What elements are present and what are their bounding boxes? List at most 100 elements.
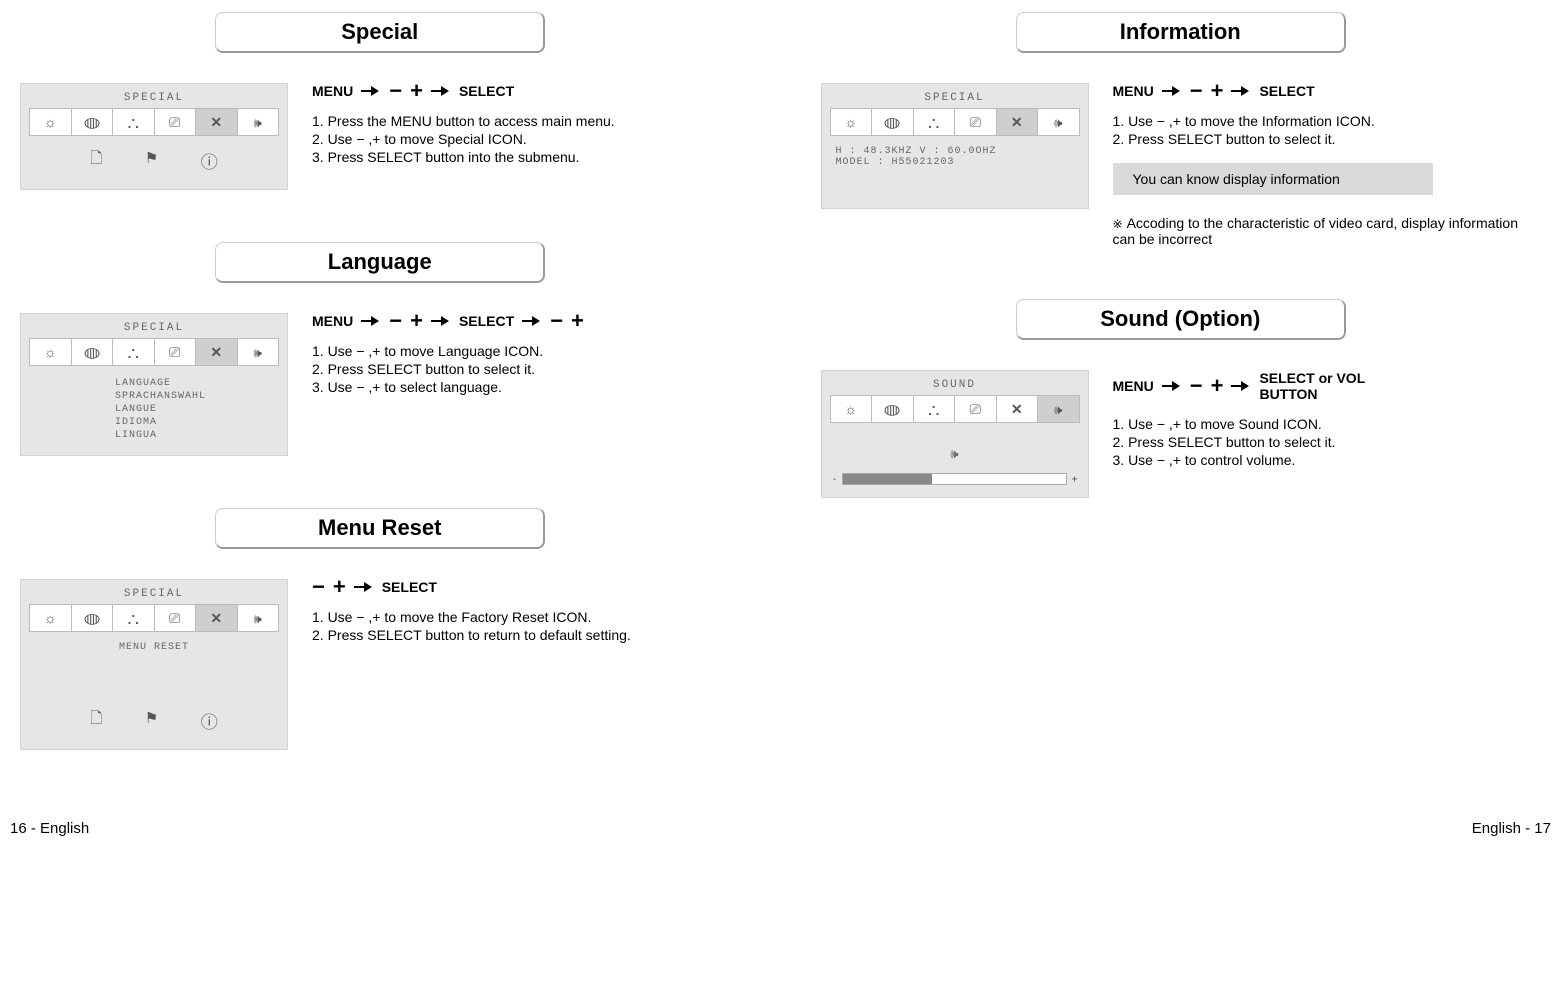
heading-label: Sound (Option) [1016,299,1346,340]
arrow-icon [1162,382,1182,390]
factory-icon [145,708,158,733]
osd-tabs [830,108,1080,136]
osd-tabs [29,338,279,366]
lang-item: SPRACHANSWAHL [115,391,273,402]
button-sequence: − + SELECT [312,579,741,595]
arrow-icon [361,87,381,95]
plus-icon: + [571,314,584,328]
tool-icon [210,344,222,361]
minus-icon: - [832,474,838,485]
step-text: 2. Press SELECT button to return to defa… [312,627,741,643]
position-icon [128,112,139,133]
heading-sound: Sound (Option) [1016,299,1346,340]
instructions-information: MENU − + SELECT 1. Use − ,+ to move the … [1113,83,1542,247]
osd-title: SPECIAL [29,322,279,334]
section-sound: SOUND - + [821,370,1542,498]
volume-track [842,473,1068,485]
tool-icon [210,114,222,131]
menu-label: MENU [312,83,353,99]
arrow-icon [1231,87,1251,95]
minus-icon: − [550,314,563,328]
position-icon [128,608,139,629]
arrow-icon [431,87,451,95]
screen-icon [169,610,180,627]
minus-icon: − [1190,379,1203,393]
menu-label: MENU [1113,378,1154,394]
color-icon [886,114,898,131]
section-special: SPECIAL MENU [20,83,741,190]
menu-label: MENU [312,313,353,329]
brightness-icon [44,610,57,626]
position-icon [128,342,139,363]
screen-icon [169,344,180,361]
select-label: SELECT [459,83,514,99]
tool-icon [1011,114,1023,131]
brightness-icon [844,401,857,417]
osd-sound: SOUND - + [821,370,1089,498]
button-sequence: MENU − + SELECT − + [312,313,741,329]
language-icon [90,148,102,173]
step-text: 2. Press SELECT button to select it. [312,361,741,377]
left-page: Special SPECIAL [20,0,741,790]
plus-icon: + [410,84,423,98]
minus-icon: − [1190,84,1203,98]
volume-bar: - + [832,473,1078,485]
heading-label: Special [215,12,545,53]
arrow-icon [1162,87,1182,95]
heading-label: Information [1016,12,1346,53]
info-model: MODEL : H55021203 [836,157,1074,168]
menu-reset-label: MENU RESET [29,638,279,696]
heading-information: Information [1016,12,1346,53]
step-text: 1. Use − ,+ to move the Information ICON… [1113,113,1542,129]
note-box: You can know display information [1113,163,1433,195]
osd-title: SPECIAL [29,92,279,104]
color-icon [86,610,98,627]
minus-icon: − [389,314,402,328]
step-text: 1. Use − ,+ to move Language ICON. [312,343,741,359]
speaker-icon [950,437,958,464]
brightness-icon [844,114,857,130]
instructions-sound: MENU − + SELECT or VOL BUTTON 1. Use − ,… [1113,370,1542,470]
menu-label: MENU [1113,83,1154,99]
color-icon [886,401,898,418]
arrow-icon [431,317,451,325]
position-icon [928,399,939,420]
info-body: H : 48.3KHZ V : 60.0OHZ MODEL : H5502120… [830,142,1080,200]
osd-tabs [830,395,1080,423]
step-text: 3. Press SELECT button into the submenu. [312,149,741,165]
sound-icon [1054,401,1062,418]
sound-icon [254,610,262,627]
sound-icon [1054,114,1062,131]
step-text: 2. Use − ,+ to move Special ICON. [312,131,741,147]
screen-icon [970,114,981,131]
lang-item: LANGUE [115,404,273,415]
heading-label: Menu Reset [215,508,545,549]
select-label: SELECT [382,579,437,595]
language-list: LANGUAGE SPRACHANSWAHL LANGUE IDIOMA LIN… [29,372,279,447]
step-text: 3. Use − ,+ to control volume. [1113,452,1542,468]
heading-language: Language [215,242,545,283]
osd-sub-icons [69,708,239,733]
sound-icon [254,344,262,361]
step-text: 3. Use − ,+ to select language. [312,379,741,395]
plus-icon: + [410,314,423,328]
right-page: Information SPECIAL H : 48.3KHZ V : 60.0… [821,0,1542,790]
arrow-icon [522,317,542,325]
brightness-icon [44,114,57,130]
instructions-menu-reset: − + SELECT 1. Use − ,+ to move the Facto… [312,579,741,645]
section-menu-reset: SPECIAL MENU RESET − [20,579,741,750]
step-text: 1. Press the MENU button to access main … [312,113,741,129]
button-sequence: MENU − + SELECT or VOL BUTTON [1113,370,1542,402]
footnote: ※Accoding to the characteristic of video… [1113,215,1542,247]
select-label: SELECT [459,313,514,329]
osd-language: SPECIAL LANGUAGE SPRACHANSWAHL LANGUE ID… [20,313,288,456]
section-language: SPECIAL LANGUAGE SPRACHANSWAHL LANGUE ID… [20,313,741,456]
minus-icon: − [389,84,402,98]
plus-icon: + [333,580,346,594]
instructions-special: MENU − + SELECT 1. Press the MENU button… [312,83,741,167]
osd-special: SPECIAL [20,83,288,190]
arrow-icon [361,317,381,325]
reference-mark-icon: ※ [1113,217,1123,231]
tool-icon [210,610,222,627]
osd-title: SPECIAL [29,588,279,600]
